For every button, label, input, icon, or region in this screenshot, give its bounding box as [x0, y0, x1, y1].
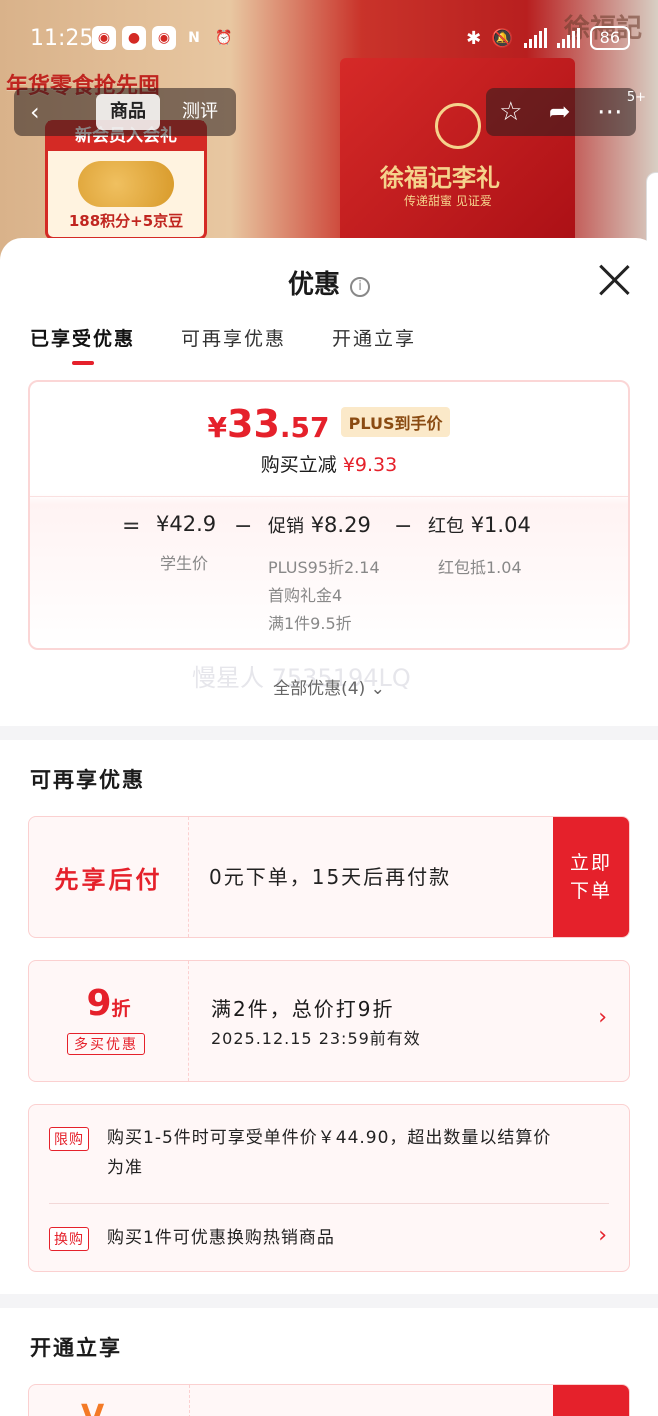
member-promo-card[interactable]: 新会员入会礼 188积分+5京豆 [45, 120, 207, 240]
student-price: ¥42.9 [156, 512, 217, 536]
share-icon[interactable]: ➦ [549, 97, 571, 127]
alarm-icon: ⏰ [215, 30, 233, 46]
pay-later-label: 先享后付 [29, 817, 189, 937]
discount-sheet: 优惠 i 已享受优惠 可再享优惠 开通立享 ¥33.57 PLUS到手价 购买立减… [0, 238, 658, 1416]
bluetooth-icon: ✱ [466, 27, 482, 49]
open-now-card[interactable]: V [28, 1384, 630, 1416]
swap-text[interactable]: 购买1件可优惠换购热销商品 [107, 1223, 335, 1253]
discount-badge: 9折 多买优惠 [29, 961, 189, 1081]
info-icon[interactable]: i [350, 277, 370, 297]
order-now-button[interactable]: 立即 下单 [553, 817, 629, 937]
price-decimal: .57 [279, 411, 330, 444]
limit-text-line: 购买1-5件时可享受单件价￥44.90，超出数量以结算价 [107, 1128, 552, 1148]
sheet-tabs: 已享受优惠 可再享优惠 开通立享 [30, 324, 416, 365]
discount-validity: 2025.12.15 23:59前有效 [211, 1029, 421, 1048]
minus-sign: − [234, 514, 253, 539]
cta-line: 立即 [569, 852, 612, 874]
reduce-label: 购买立减 [260, 454, 337, 476]
price-integer: 33 [227, 402, 280, 446]
tab-review[interactable]: 测评 [168, 94, 232, 130]
limit-text: 购买1-5件时可享受单件价￥44.90，超出数量以结算价 为准 [107, 1123, 551, 1183]
close-button[interactable] [598, 264, 630, 296]
promo-item: 首购礼金4 [268, 586, 343, 605]
tab-more-discounts[interactable]: 可再享优惠 [181, 324, 286, 365]
battery-indicator: 86 [589, 26, 630, 50]
promo-deduction: 促销 ¥8.29 [268, 512, 371, 538]
instant-reduce: 购买立减 ¥9.33 [30, 450, 628, 477]
service-logo-icon: V [81, 1399, 133, 1416]
discount-unit: 折 [111, 998, 131, 1020]
signal-icon [523, 28, 547, 48]
section-gap [0, 1294, 658, 1308]
tab-open-now[interactable]: 开通立享 [332, 324, 416, 365]
signal-icon [556, 28, 580, 48]
more-icon[interactable]: ⋯ [597, 97, 623, 127]
status-bar: 11:25 ◉ ● ◉ N ⏰ ✱ 🔕 86 [0, 0, 658, 80]
open-now-title: 开通立享 [30, 1336, 122, 1360]
purchase-rules-card: 限购 购买1-5件时可享受单件价￥44.90，超出数量以结算价 为准 换购 购买… [28, 1104, 630, 1272]
multi-buy-tag: 多买优惠 [67, 1033, 145, 1055]
nut-image [78, 161, 174, 207]
gift-slogan: 传递甜蜜 见证爱 [404, 194, 492, 208]
system-icons: ✱ 🔕 86 [466, 26, 630, 50]
qq-icon: ● [122, 26, 146, 50]
limit-tag: 限购 [49, 1127, 89, 1151]
nfc-icon: N [188, 30, 200, 46]
promo-label: 促销 [268, 516, 304, 537]
chevron-down-icon: ⌄ [370, 679, 385, 699]
discount-rate: 9折 [29, 983, 188, 1024]
promo-item: PLUS95折2.14 [268, 558, 380, 577]
discount-title: 满2件，总价打9折 [211, 997, 395, 1021]
equals-sign: = [122, 514, 141, 539]
divider [49, 1203, 609, 1204]
redpack-note: 红包抵1.04 [438, 558, 522, 577]
limit-text-line: 为准 [107, 1158, 143, 1178]
swap-tag: 换购 [49, 1227, 89, 1251]
pay-later-desc: 0元下单，15天后再付款 [209, 865, 452, 889]
star-icon[interactable]: ☆ [499, 97, 522, 127]
all-discounts-label: 全部优惠(4) [273, 679, 366, 699]
reduce-amount: ¥9.33 [342, 454, 398, 476]
student-price-label: 学生价 [160, 554, 209, 573]
gift-brand: 徐福记李礼 [380, 164, 500, 192]
open-now-button[interactable] [553, 1385, 629, 1416]
status-time: 11:25 [30, 26, 94, 51]
divider [30, 496, 628, 497]
redpack-amount: ¥1.04 [470, 513, 531, 537]
redpack-deduction: 红包 ¥1.04 [428, 512, 531, 538]
promo-body: 188积分+5京豆 [68, 212, 184, 230]
divider [189, 1385, 190, 1416]
notification-icons: ◉ ● ◉ N ⏰ [92, 26, 236, 50]
tab-goods[interactable]: 商品 [96, 94, 160, 130]
sheet-title: 优惠 i [0, 264, 658, 301]
weibo-icon: ◉ [92, 26, 116, 50]
plus-price-tag: PLUS到手价 [340, 407, 451, 437]
chevron-right-icon[interactable]: › [598, 1223, 607, 1248]
discount-number: 9 [86, 983, 112, 1024]
sheet-title-text: 优惠 [287, 270, 340, 300]
cta-line: 下单 [569, 880, 612, 902]
nav-actions: ☆ ➦ ⋯ [486, 88, 636, 136]
price-breakdown-card: ¥33.57 PLUS到手价 购买立减 ¥9.33 = ¥42.9 学生价 − … [28, 380, 630, 650]
multi-buy-discount-card[interactable]: 9折 多买优惠 满2件，总价打9折 2025.12.15 23:59前有效 › [28, 960, 630, 1082]
final-price: ¥33.57 PLUS到手价 [30, 402, 628, 446]
pay-later-card[interactable]: 先享后付 0元下单，15天后再付款 立即下单 [28, 816, 630, 938]
message-badge: 5+ [626, 90, 646, 105]
mute-icon: 🔕 [491, 27, 514, 49]
redpack-label: 红包 [428, 516, 464, 537]
section-gap [0, 726, 658, 740]
more-discounts-title: 可再享优惠 [30, 768, 145, 792]
all-discounts-link[interactable]: 全部优惠(4) ⌄ [0, 674, 658, 699]
weibo-icon: ◉ [152, 26, 176, 50]
chevron-right-icon[interactable]: › [598, 1005, 607, 1030]
back-icon[interactable]: ‹ [30, 98, 40, 126]
product-nav: ‹ 商品 测评 ☆ ➦ ⋯ 5+ [0, 88, 658, 138]
promo-item: 满1件9.5折 [268, 614, 352, 633]
promo-amount: ¥8.29 [310, 513, 371, 537]
price-currency: ¥ [207, 411, 227, 444]
tab-enjoyed[interactable]: 已享受优惠 [30, 324, 135, 365]
minus-sign: − [394, 514, 413, 539]
